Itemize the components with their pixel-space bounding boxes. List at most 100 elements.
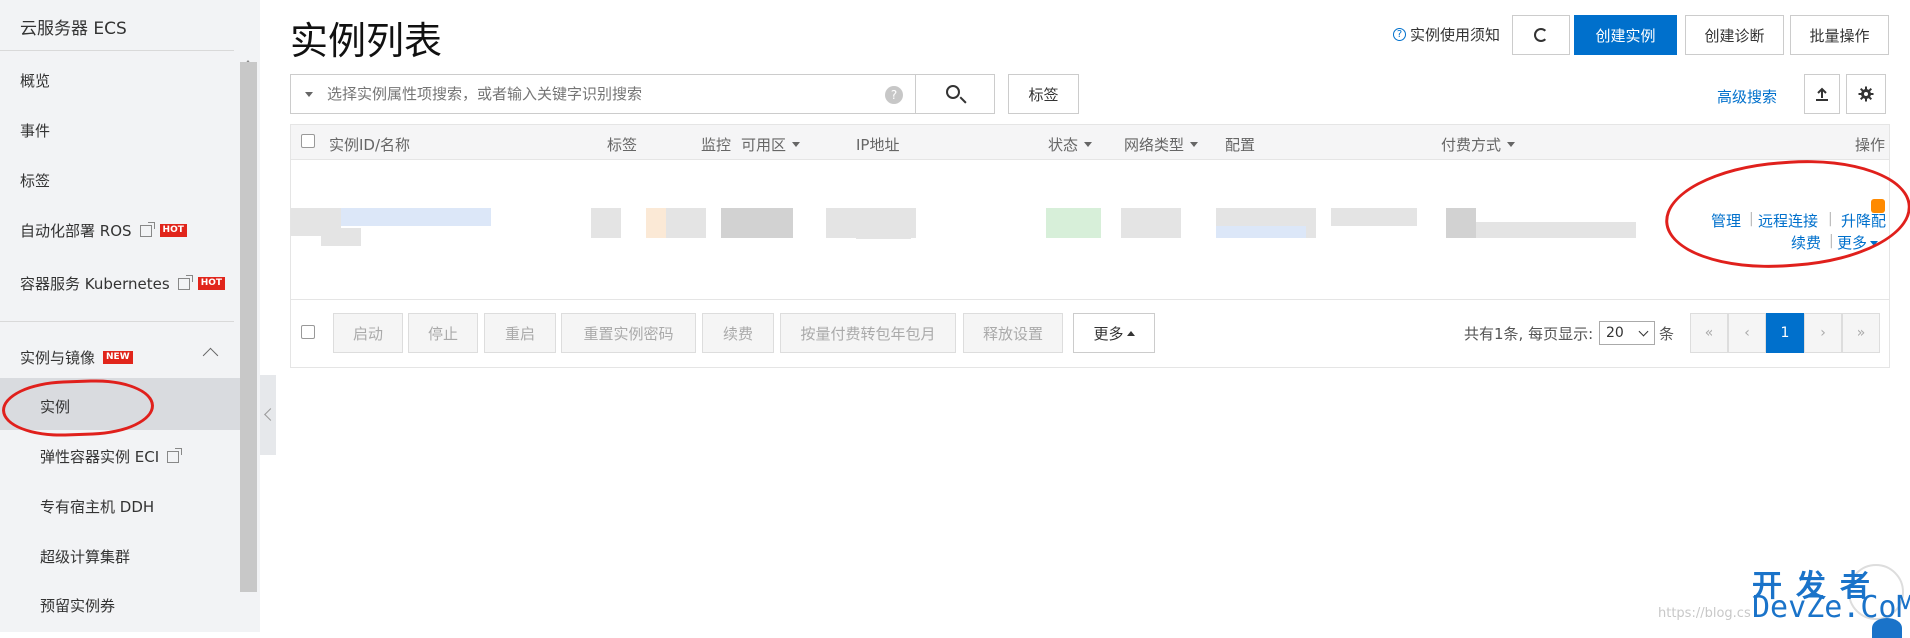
caret-down-icon xyxy=(1190,142,1199,147)
column-actions: 操作 xyxy=(1855,134,1885,155)
caret-down-icon[interactable] xyxy=(305,92,313,97)
sidebar: 云服务器 ECS 概览 事件 标签 自动化部署 ROS HOT 容器服务 Kub… xyxy=(0,0,260,632)
sidebar-item-eci[interactable]: 弹性容器实例 ECI xyxy=(40,446,183,467)
search-bar: ? xyxy=(290,74,916,114)
redacted-cell xyxy=(591,208,621,238)
column-status[interactable]: 状态 xyxy=(1048,134,1093,155)
prev-page-button[interactable]: ‹ xyxy=(1728,313,1766,353)
watermark-mark xyxy=(1872,618,1902,638)
sidebar-item-kubernetes[interactable]: 容器服务 Kubernetes HOT xyxy=(20,273,226,294)
chevron-down-icon xyxy=(1638,326,1649,337)
external-link-icon xyxy=(167,447,183,463)
column-billing[interactable]: 付费方式 xyxy=(1441,134,1516,155)
column-zone[interactable]: 可用区 xyxy=(741,134,801,155)
sidebar-item-ddh[interactable]: 专有宿主机 DDH xyxy=(40,496,154,517)
column-label: 付费方式 xyxy=(1441,136,1502,154)
hot-badge: HOT xyxy=(197,277,226,290)
more-label: 更多 xyxy=(1093,324,1124,343)
sidebar-item-events[interactable]: 事件 xyxy=(20,120,50,141)
sidebar-title: 云服务器 ECS xyxy=(20,19,127,39)
usage-notice-label: 实例使用须知 xyxy=(1410,26,1501,44)
search-input[interactable] xyxy=(327,83,867,105)
external-link-icon xyxy=(177,274,193,290)
sidebar-item-scc[interactable]: 超级计算集群 xyxy=(40,546,130,567)
sidebar-item-label: 概览 xyxy=(20,72,51,90)
sidebar-item-tags[interactable]: 标签 xyxy=(20,170,50,191)
column-label: 操作 xyxy=(1855,136,1886,154)
redacted-cell xyxy=(666,208,706,238)
convert-billing-button[interactable]: 按量付费转包年包月 xyxy=(780,313,956,353)
more-button[interactable]: 更多 xyxy=(1073,313,1155,353)
column-network[interactable]: 网络类型 xyxy=(1124,134,1199,155)
total-count-text: 共有1条, 每页显示: xyxy=(1464,325,1594,343)
question-icon[interactable]: ? xyxy=(885,86,903,104)
refresh-button[interactable] xyxy=(1512,15,1570,55)
search-button[interactable] xyxy=(916,74,995,114)
redacted-status xyxy=(1046,208,1101,238)
column-label: 状态 xyxy=(1048,136,1079,154)
chevron-up-icon[interactable] xyxy=(202,347,219,364)
caret-down-icon xyxy=(1507,142,1516,147)
export-icon xyxy=(1816,87,1828,101)
column-ip: IP地址 xyxy=(856,134,899,155)
select-all-checkbox[interactable] xyxy=(301,134,315,148)
export-button[interactable] xyxy=(1804,74,1840,114)
redacted-cell xyxy=(721,208,793,238)
sidebar-group-instances-images[interactable]: 实例与镜像 NEW xyxy=(20,347,133,368)
reset-password-button[interactable]: 重置实例密码 xyxy=(561,313,696,353)
redacted-ip xyxy=(856,225,911,239)
page-1-button[interactable]: 1 xyxy=(1766,313,1804,353)
table-row: 管理 | 远程连接 | 升降配 续费 | 更多 xyxy=(291,160,1889,300)
redacted-billing xyxy=(1446,208,1476,238)
column-label: 网络类型 xyxy=(1124,136,1185,154)
redacted-network xyxy=(1121,208,1181,238)
select-all-footer-checkbox[interactable] xyxy=(301,325,315,339)
sidebar-item-label: 事件 xyxy=(20,122,51,140)
column-label: 配置 xyxy=(1225,136,1256,154)
gear-icon xyxy=(1858,86,1874,102)
last-page-button[interactable]: » xyxy=(1842,313,1880,353)
sidebar-divider xyxy=(0,321,234,322)
tag-filter-button[interactable]: 标签 xyxy=(1008,74,1079,114)
watermark-url: https://blog.cs xyxy=(1658,606,1751,621)
caret-up-icon xyxy=(1126,330,1135,336)
sidebar-collapse-handle[interactable] xyxy=(260,375,276,455)
column-label: 监控 xyxy=(701,136,732,154)
settings-button[interactable] xyxy=(1846,74,1886,114)
refresh-icon xyxy=(1534,28,1548,42)
stop-button[interactable]: 停止 xyxy=(408,313,478,353)
create-instance-button[interactable]: 创建实例 xyxy=(1574,15,1677,55)
start-button[interactable]: 启动 xyxy=(333,313,403,353)
renew-button[interactable]: 续费 xyxy=(702,313,774,353)
page-title: 实例列表 xyxy=(290,19,443,63)
redacted-config xyxy=(1216,226,1306,238)
page-size-select[interactable]: 20 xyxy=(1599,321,1655,345)
restart-button[interactable]: 重启 xyxy=(484,313,556,353)
sidebar-item-overview[interactable]: 概览 xyxy=(20,70,50,91)
redacted-instance-id xyxy=(341,208,491,226)
batch-operations-button[interactable]: 批量操作 xyxy=(1790,15,1889,55)
help-circle-icon: ? xyxy=(1393,28,1406,41)
column-label: 标签 xyxy=(607,136,638,154)
sidebar-item-reserved[interactable]: 预留实例券 xyxy=(40,595,115,616)
sidebar-item-label: 自动化部署 ROS xyxy=(20,222,132,240)
sidebar-item-label: 弹性容器实例 ECI xyxy=(40,448,160,466)
sidebar-item-ros[interactable]: 自动化部署 ROS HOT xyxy=(20,220,187,241)
column-label: 可用区 xyxy=(741,136,787,154)
table-footer-divider xyxy=(291,299,1889,300)
sidebar-item-label: 容器服务 Kubernetes xyxy=(20,275,170,293)
create-diagnosis-button[interactable]: 创建诊断 xyxy=(1685,15,1784,55)
usage-notice-link[interactable]: ? 实例使用须知 xyxy=(1393,24,1500,45)
hot-badge: HOT xyxy=(159,224,187,237)
caret-down-icon xyxy=(1084,142,1093,147)
new-badge: NEW xyxy=(103,351,133,364)
advanced-search-link[interactable]: 高级搜索 xyxy=(1717,86,1777,107)
next-page-button[interactable]: › xyxy=(1804,313,1842,353)
column-tags: 标签 xyxy=(607,134,637,155)
sidebar-scrollbar[interactable] xyxy=(240,62,257,592)
page-size-value: 20 xyxy=(1606,325,1624,341)
first-page-button[interactable]: « xyxy=(1690,313,1728,353)
sidebar-group-label: 实例与镜像 xyxy=(20,349,96,367)
redacted-cell xyxy=(321,228,361,246)
release-settings-button[interactable]: 释放设置 xyxy=(963,313,1063,353)
